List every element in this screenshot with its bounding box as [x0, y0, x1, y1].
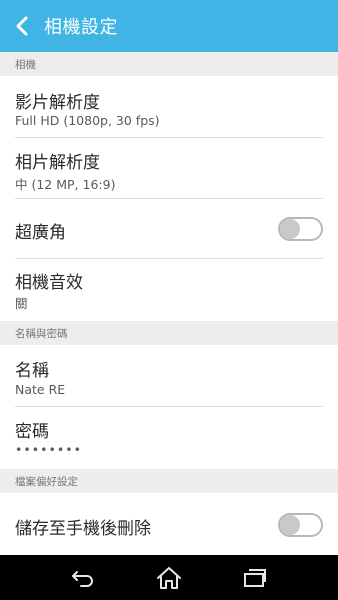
setting-value: ••••••••	[15, 442, 82, 457]
setting-title: 名稱	[15, 361, 49, 381]
toggle-knob	[280, 219, 300, 239]
setting-title: 儲存至手機後刪除	[15, 519, 151, 539]
setting-super-wide[interactable]: 超廣角	[0, 199, 338, 259]
setting-camera-sound[interactable]: 相機音效 關	[0, 259, 338, 321]
section-header-camera: 相機	[0, 52, 338, 76]
recents-icon	[244, 568, 266, 587]
setting-title: 相機音效	[15, 273, 83, 293]
delete-after-save-toggle[interactable]	[278, 513, 323, 537]
system-nav-bar	[0, 555, 338, 600]
back-button[interactable]	[2, 0, 42, 52]
setting-value: Full HD (1080p, 30 fps)	[15, 113, 160, 128]
nav-back-button[interactable]	[63, 558, 103, 598]
setting-video-resolution[interactable]: 影片解析度 Full HD (1080p, 30 fps)	[0, 76, 338, 138]
setting-value: Nate RE	[15, 382, 66, 397]
nav-recents-button[interactable]	[235, 558, 275, 598]
setting-delete-after-save[interactable]: 儲存至手機後刪除	[0, 493, 338, 555]
setting-title: 超廣角	[15, 223, 66, 243]
chevron-left-icon	[16, 16, 28, 36]
super-wide-toggle[interactable]	[278, 217, 323, 241]
setting-value: 關	[15, 296, 28, 311]
back-icon	[72, 570, 93, 587]
setting-title: 相片解析度	[15, 153, 100, 173]
setting-value: 中 (12 MP, 16:9)	[15, 177, 116, 192]
section-header-file-prefs: 檔案偏好設定	[0, 469, 338, 493]
section-header-name-password: 名稱與密碼	[0, 321, 338, 345]
app-bar: 相機設定	[0, 0, 338, 52]
home-icon	[157, 566, 181, 589]
setting-title: 密碼	[15, 422, 49, 442]
page-title: 相機設定	[44, 17, 118, 38]
toggle-knob	[280, 515, 300, 535]
setting-name[interactable]: 名稱 Nate RE	[0, 345, 338, 407]
nav-home-button[interactable]	[149, 558, 189, 598]
setting-title: 影片解析度	[15, 93, 100, 113]
setting-password[interactable]: 密碼 ••••••••	[0, 407, 338, 469]
setting-photo-resolution[interactable]: 相片解析度 中 (12 MP, 16:9)	[0, 138, 338, 199]
